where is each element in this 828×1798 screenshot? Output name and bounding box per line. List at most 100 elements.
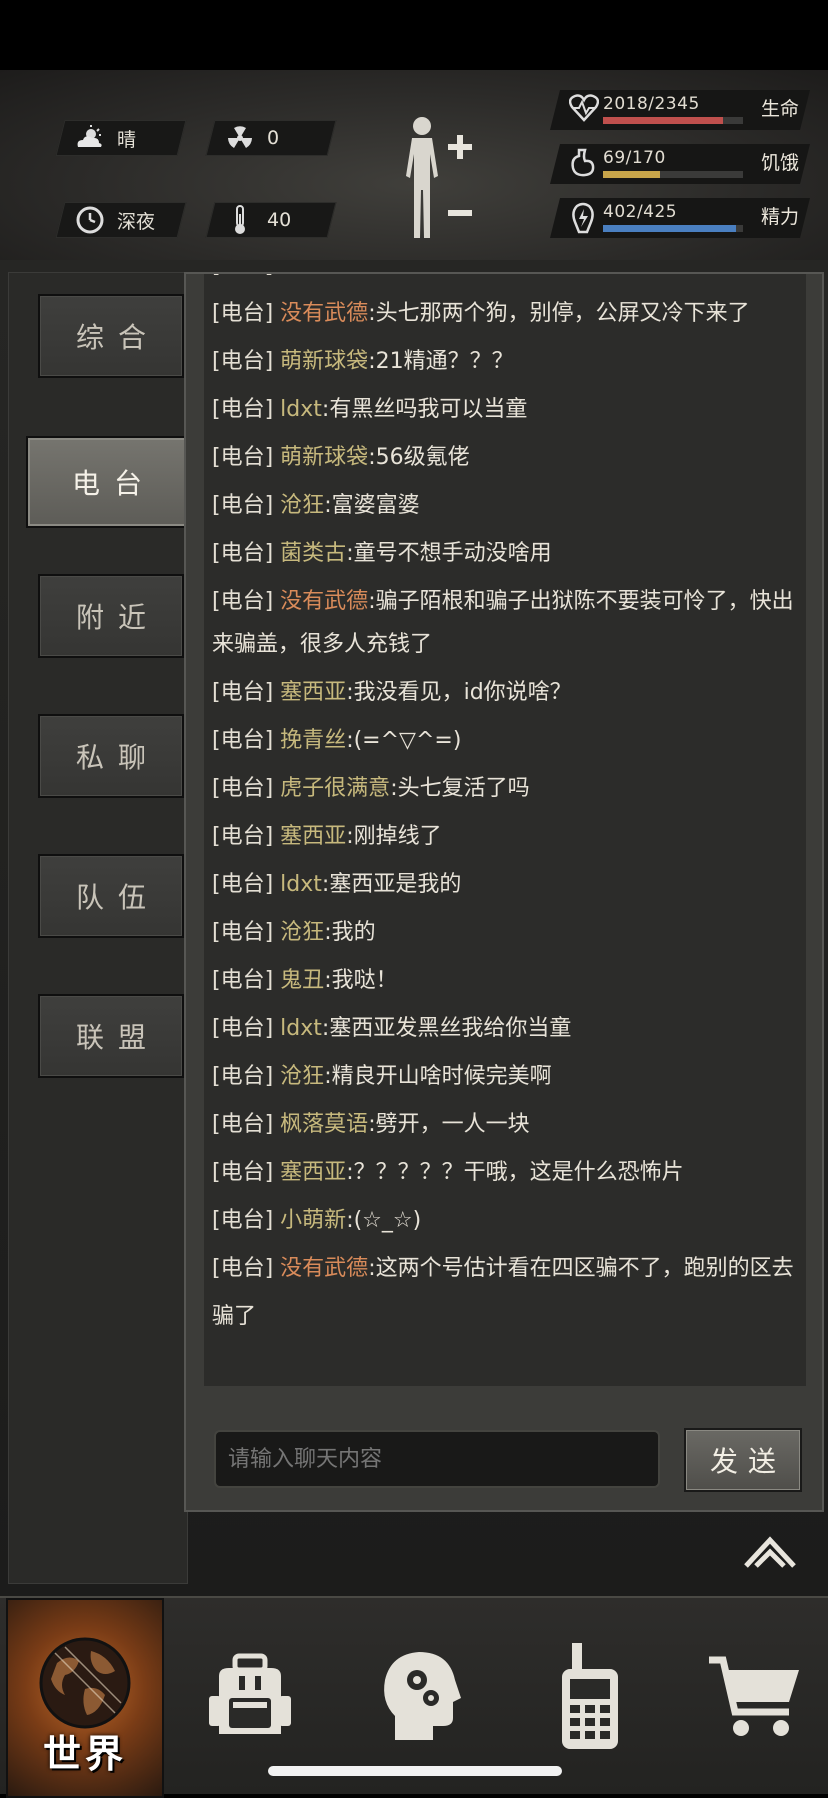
message-text: :56级氪佬 [368,445,470,470]
message-nick[interactable]: 没有武德 [280,1256,368,1281]
send-button[interactable]: 发送 [684,1428,802,1492]
message-list: [电台] 塞西亚:给自己搞了童号嘿嘿[电台] 没有武德:头七那两个狗，别停，公屏… [212,274,802,1341]
message-text: :童号不想手动没啥用 [346,541,552,566]
chat-message: [电台] 沧狂:我的 [212,909,802,957]
message-text: :精良开山啥时候完美啊 [324,1064,552,1089]
message-text: :21精通？？？ [368,349,514,374]
message-nick[interactable]: 塞西亚 [280,274,346,278]
chat-message: [电台] 没有武德:骗子陌根和骗子出狱陈不要装可怜了，快出来骗盖，很多人充钱了 [212,578,802,669]
nav-shop[interactable] [690,1598,820,1794]
energy-bar [603,225,743,232]
message-nick[interactable]: 萌新球袋 [280,349,368,374]
message-nick[interactable]: 枫落莫语 [280,1112,368,1137]
send-label: 发送 [709,1445,786,1478]
tab-label: 附近 [75,601,160,634]
message-nick[interactable]: 鬼丑 [280,968,324,993]
chat-message: [电台] 塞西亚:给自己搞了童号嘿嘿 [212,274,802,290]
energy-label: 精力 [760,206,799,228]
tab-team[interactable]: 队伍 [38,854,184,938]
thermometer-icon [223,204,257,236]
message-channel: [电台] [212,1112,274,1137]
message-nick[interactable]: 萌新球袋 [280,445,368,470]
health-label: 生命 [760,98,799,120]
message-channel: [电台] [212,541,274,566]
nav-skills[interactable] [360,1598,480,1794]
message-nick[interactable]: 塞西亚 [280,1160,346,1185]
message-nick[interactable]: ldxt [280,872,322,897]
nav-radio[interactable] [530,1598,650,1794]
chat-message: [电台] 萌新球袋:56级氪佬 [212,434,802,482]
hunger-value: 69/170 [603,148,666,168]
message-nick[interactable]: 没有武德 [280,589,368,614]
time-tag: 深夜 [55,202,187,238]
tab-radio[interactable]: 电台 [26,436,188,528]
tab-general[interactable]: 综合 [38,294,184,378]
chat-message: [电台] 塞西亚:？？？？？干哦，这是什么恐怖片 [212,1149,802,1197]
nav-world-label: 世界 [42,1732,127,1776]
tab-nearby[interactable]: 附近 [38,574,184,658]
message-nick[interactable]: 沧狂 [280,920,324,945]
time-label: 深夜 [117,210,156,233]
clock-icon [73,206,107,234]
message-nick[interactable]: 沧狂 [280,1064,324,1089]
message-channel: [电台] [212,920,274,945]
message-text: :刚掉线了 [346,824,442,849]
chat-message: [电台] 小萌新:(☆_☆) [212,1197,802,1245]
chat-message: [电台] 没有武德:头七那两个狗，别停，公屏又冷下来了 [212,290,802,338]
message-channel: [电台] [212,824,274,849]
tab-label: 电台 [71,467,156,500]
energy-icon [569,202,601,234]
message-channel: [电台] [212,274,273,278]
chat-message: [电台] 鬼丑:我哒！ [212,957,802,1005]
hunger-label: 饥饿 [760,152,799,174]
nav-backpack[interactable] [190,1598,310,1794]
chat-message: [电台] 塞西亚:刚掉线了 [212,813,802,861]
chat-message: [电台] 挽青丝:(=^▽^=) [212,717,802,765]
home-indicator[interactable] [268,1766,562,1776]
chat-message: [电台] 菌类古:童号不想手动没啥用 [212,530,802,578]
chat-input[interactable] [214,1430,660,1488]
chat-message: [电台] 沧狂:富婆富婆 [212,482,802,530]
message-channel: [电台] [212,680,274,705]
globe-icon [39,1637,131,1729]
hunger-bar [603,171,743,178]
message-channel: [电台] [212,968,274,993]
message-nick[interactable]: 菌类古 [280,541,346,566]
message-nick[interactable]: 沧狂 [280,493,324,518]
message-channel: [电台] [212,776,274,801]
chevron-up-icon [744,1536,796,1568]
chat-message: [电台] 塞西亚:我没看见，id你说啥？ [212,669,802,717]
message-nick[interactable]: ldxt [280,397,322,422]
message-text: :(☆_☆) [346,1208,422,1233]
tab-private[interactable]: 私聊 [38,714,184,798]
chat-log[interactable]: [电台] 塞西亚:给自己搞了童号嘿嘿[电台] 没有武德:头七那两个狗，别停，公屏… [204,274,806,1386]
temperature-tag: 40 [205,202,337,238]
message-text: :劈开，一人一块 [368,1112,530,1137]
message-text: :富婆富婆 [324,493,420,518]
backpack-icon [209,1653,291,1734]
chat-panel: [电台] 塞西亚:给自己搞了童号嘿嘿[电台] 没有武德:头七那两个狗，别停，公屏… [184,272,824,1512]
message-nick[interactable]: 塞西亚 [280,824,346,849]
message-nick[interactable]: 塞西亚 [280,680,346,705]
tab-label: 综合 [75,321,160,354]
chat-message: [电台] 枫落莫语:劈开，一人一块 [212,1101,802,1149]
message-channel: [电台] [212,1160,274,1185]
message-nick[interactable]: ldxt [280,1016,322,1041]
message-text: :有黑丝吗我可以当童 [321,397,528,422]
message-text: :(=^▽^=) [346,728,462,753]
message-nick[interactable]: 没有武德 [280,301,368,326]
hunger-stat: 69/170 饥饿 [550,144,810,184]
message-nick[interactable]: 小萌新 [280,1208,346,1233]
tab-alliance[interactable]: 联盟 [38,994,184,1078]
health-bar [603,117,743,124]
chat-message: [电台] 没有武德:这两个号估计看在四区骗不了，跑别的区去骗了 [212,1245,802,1341]
chat-message: [电台] 沧狂:精良开山啥时候完美啊 [212,1053,802,1101]
body-silhouette-icon [406,117,472,238]
message-nick[interactable]: 挽青丝 [280,728,346,753]
message-nick[interactable]: 虎子很满意 [280,776,390,801]
collapse-chat-button[interactable] [742,1532,798,1570]
message-text: :塞西亚是我的 [321,872,462,897]
body-status-button[interactable] [398,114,482,244]
message-text: :头七复活了吗 [390,776,530,801]
nav-world[interactable]: 世界 [6,1598,164,1798]
